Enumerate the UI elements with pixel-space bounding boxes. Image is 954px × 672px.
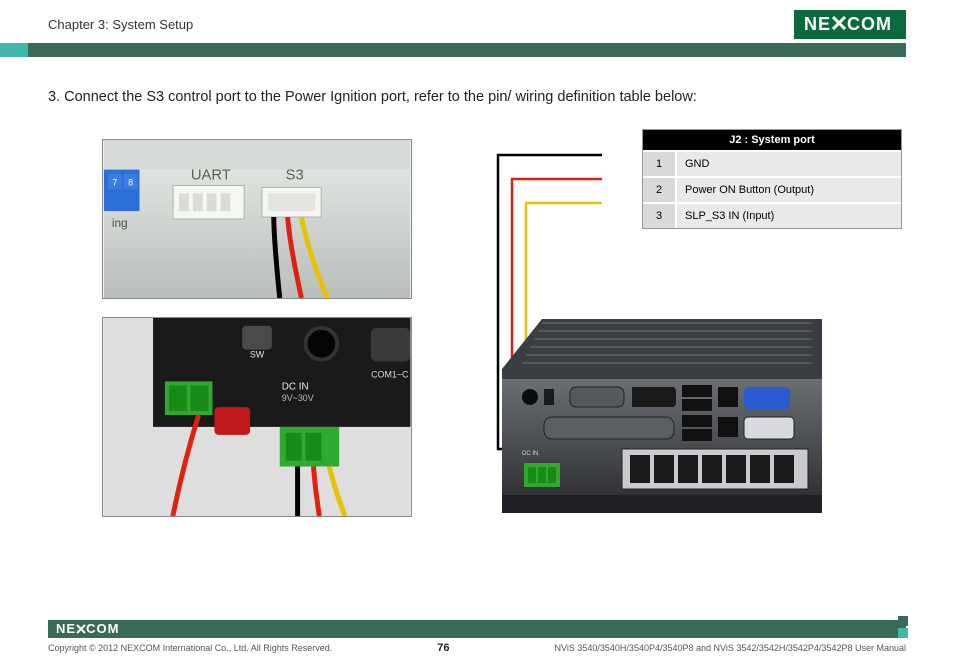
svg-text:UART: UART [191, 167, 231, 183]
page-number: 76 [437, 642, 449, 654]
chapter-title: Chapter 3: System Setup [48, 17, 193, 32]
copyright-text: Copyright © 2012 NEXCOM International Co… [48, 643, 332, 653]
svg-text:COM1~C: COM1~C [371, 369, 409, 379]
manual-title: NViS 3540/3540H/3540P4/3540P8 and NViS 3… [555, 643, 906, 653]
svg-text:SW: SW [250, 349, 265, 359]
logo-x-icon [76, 622, 86, 637]
svg-text:DC IN: DC IN [522, 451, 538, 457]
photo-s3-port: 7 8 ing UART S3 [102, 139, 412, 299]
footer-ornament-icon [886, 616, 912, 642]
device-illustration: DC IN [482, 309, 842, 539]
svg-text:7: 7 [112, 177, 117, 187]
svg-text:ing: ing [112, 216, 128, 230]
logo-x-icon [832, 14, 846, 35]
svg-text:S3: S3 [286, 167, 304, 183]
footer-rule: NE COM [48, 620, 906, 638]
svg-text:9V~30V: 9V~30V [282, 393, 314, 403]
footer-logo: NE COM [48, 621, 119, 637]
svg-text:8: 8 [128, 177, 133, 187]
step-instruction: 3. Connect the S3 control port to the Po… [48, 87, 906, 109]
brand-logo: NE COM [794, 10, 906, 39]
svg-text:DC IN: DC IN [282, 381, 309, 392]
header-rule [0, 43, 906, 57]
photo-dc-in: SW COM1~C DC IN 9V~30V [102, 317, 412, 517]
